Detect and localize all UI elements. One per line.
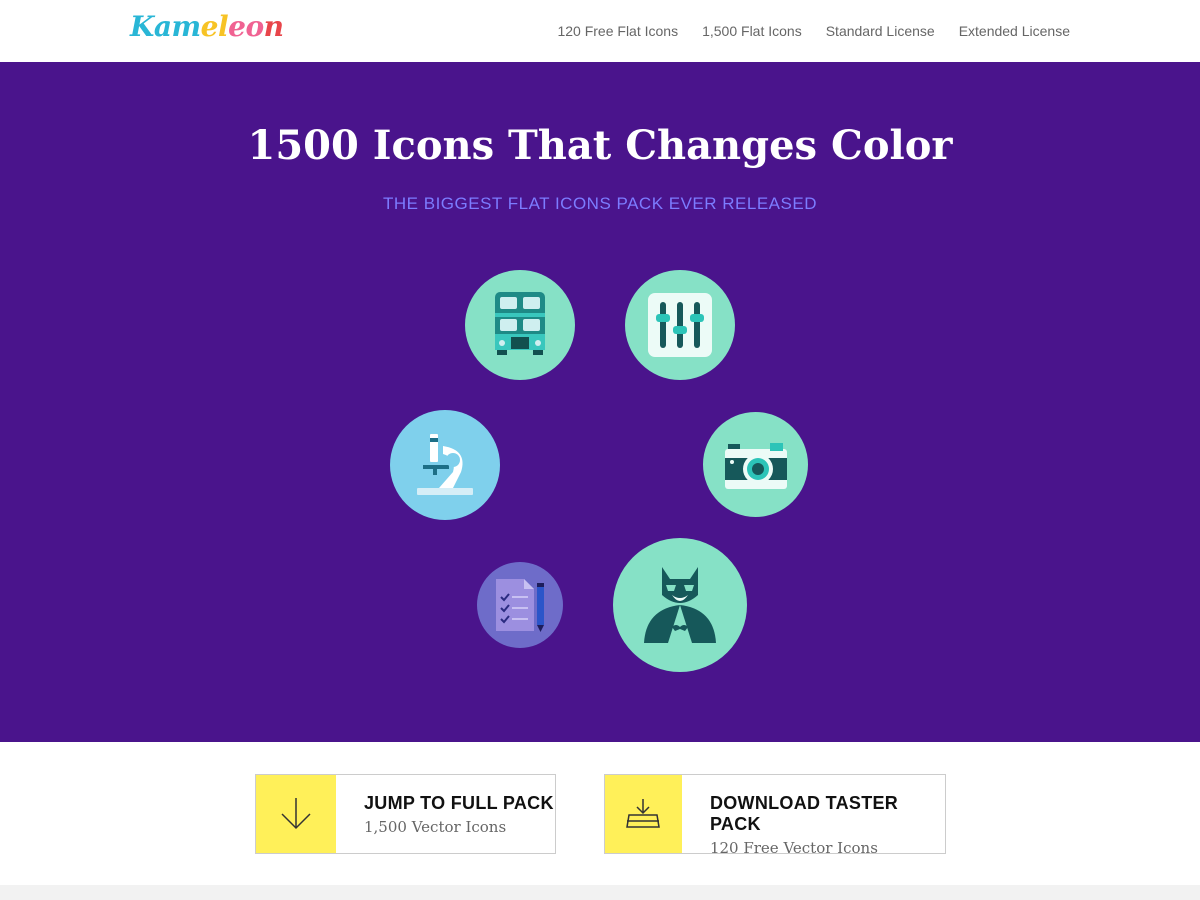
masked-hero-icon	[613, 538, 747, 672]
hero-title: 1500 Icons That Changes Color	[247, 122, 953, 169]
main-nav: 120 Free Flat Icons 1,500 Flat Icons Sta…	[557, 0, 1070, 62]
nav-extended-license-link[interactable]: Extended License	[959, 23, 1070, 39]
cta-subtitle: 1,500 Vector Icons	[364, 818, 507, 836]
logo-letter: o	[245, 10, 264, 43]
download-taster-pack-button[interactable]: DOWNLOAD TASTER PACK 120 Free Vector Ico…	[604, 774, 946, 857]
cta-title: DOWNLOAD TASTER PACK	[709, 793, 899, 834]
logo-letter: a	[153, 10, 172, 43]
cta-title: JUMP TO FULL PACK	[364, 793, 554, 813]
microscope-icon	[390, 410, 500, 520]
cta-subtitle: 120 Free Vector Icons	[709, 839, 878, 857]
nav-free-icons-link[interactable]: 120 Free Flat Icons	[557, 23, 678, 39]
nav-standard-license-link[interactable]: Standard License	[826, 23, 935, 39]
checklist-icon	[477, 562, 563, 648]
jump-to-full-pack-button[interactable]: JUMP TO FULL PACK 1,500 Vector Icons	[255, 774, 556, 854]
download-tray-icon	[605, 775, 682, 853]
site-header: Kameleon 120 Free Flat Icons 1,500 Flat …	[0, 0, 1200, 62]
logo-letter: n	[263, 10, 284, 43]
logo-letter: m	[171, 10, 202, 43]
kameleon-logo[interactable]: Kameleon	[130, 10, 284, 43]
hero-subtitle: THE BIGGEST FLAT ICONS PACK EVER RELEASE…	[383, 194, 817, 213]
cta-text: DOWNLOAD TASTER PACK 120 Free Vector Ico…	[682, 775, 945, 857]
arrow-down-icon	[256, 775, 336, 853]
equalizer-icon	[625, 270, 735, 380]
logo-letter: l	[217, 10, 229, 43]
bus-icon	[465, 270, 575, 380]
cta-text: JUMP TO FULL PACK 1,500 Vector Icons	[336, 775, 554, 853]
nav-full-icons-link[interactable]: 1,500 Flat Icons	[702, 23, 802, 39]
footer-strip	[0, 885, 1200, 900]
logo-letter: K	[130, 10, 154, 43]
logo-letter: e	[228, 10, 246, 43]
hero-section: 1500 Icons That Changes Color THE BIGGES…	[0, 62, 1200, 742]
logo-letter: e	[200, 10, 219, 43]
camera-icon	[703, 412, 808, 517]
